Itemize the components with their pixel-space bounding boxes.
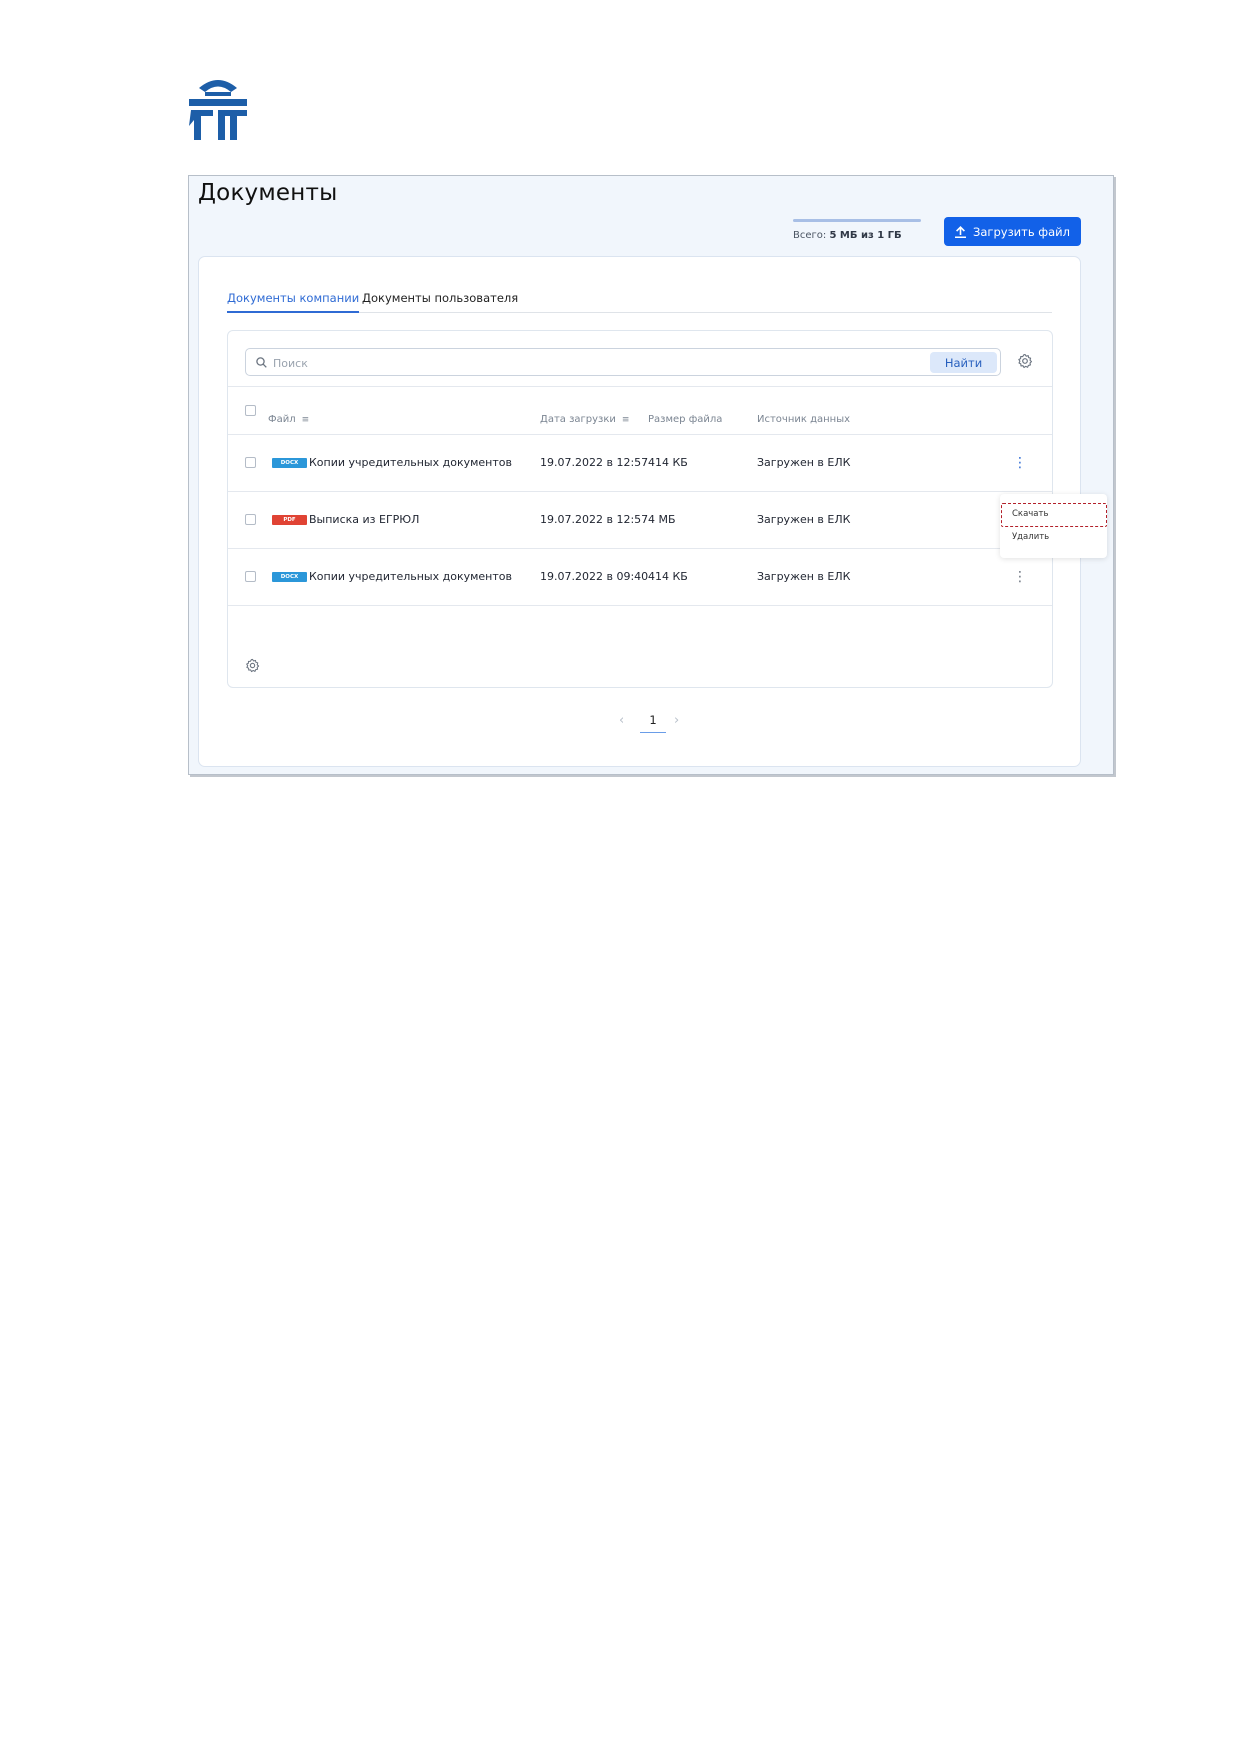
row-checkbox[interactable]: [245, 571, 256, 582]
divider: [228, 605, 1052, 606]
file-name[interactable]: Выписка из ЕГРЮЛ: [309, 513, 419, 526]
file-size: 4 МБ: [648, 513, 676, 526]
tab-user-documents[interactable]: Документы пользователя: [362, 291, 518, 313]
row-checkbox[interactable]: [245, 457, 256, 468]
column-header-source: Источник данных: [757, 414, 850, 425]
table-row[interactable]: PDF Выписка из ЕГРЮЛ 19.07.2022 в 12:57 …: [228, 492, 1052, 548]
select-all-checkbox[interactable]: [245, 405, 256, 416]
gear-icon[interactable]: [245, 658, 260, 673]
sort-icon[interactable]: ≡: [302, 415, 310, 425]
upload-icon: [955, 225, 966, 238]
pdf-file-icon: PDF: [272, 515, 307, 525]
documents-window: Документы Всего: 5 МБ из 1 ГБ Загрузить …: [188, 175, 1114, 775]
column-header-label: Источник данных: [757, 414, 851, 425]
column-header-file[interactable]: Файл ≡: [268, 414, 309, 425]
more-actions-icon[interactable]: ⋮: [1013, 569, 1027, 585]
file-size: 414 КБ: [648, 456, 688, 469]
file-name[interactable]: Копии учредительных документов: [309, 570, 512, 583]
more-actions-icon[interactable]: ⋮: [1013, 455, 1027, 471]
chevron-right-icon[interactable]: ›: [674, 713, 679, 728]
find-button[interactable]: Найти: [930, 352, 997, 373]
page-title: Документы: [198, 180, 338, 206]
file-size: 414 КБ: [648, 570, 688, 583]
quota-progress-fill: [793, 219, 921, 222]
upload-date: 19.07.2022 в 12:57: [540, 456, 649, 469]
tab-company-documents[interactable]: Документы компании: [227, 291, 360, 313]
tabs: Документы компании Документы пользовател…: [227, 291, 1052, 313]
search-icon: [256, 357, 267, 368]
table-row[interactable]: DOCX Копии учредительных документов 19.0…: [228, 549, 1052, 605]
row-checkbox[interactable]: [245, 514, 256, 525]
highlight-frame: [1001, 503, 1107, 527]
data-source: Загружен в ЕЛК: [757, 513, 851, 526]
gear-icon[interactable]: [1017, 353, 1033, 369]
data-source: Загружен в ЕЛК: [757, 456, 851, 469]
column-header-label: Размер файла: [648, 414, 723, 425]
upload-file-button[interactable]: Загрузить файл: [944, 217, 1081, 246]
sort-icon[interactable]: ≡: [622, 415, 630, 425]
quota-text: Всего: 5 МБ из 1 ГБ: [793, 230, 921, 241]
documents-card: Документы компании Документы пользовател…: [198, 256, 1081, 767]
chevron-left-icon[interactable]: ‹: [619, 713, 624, 728]
search-bar: Найти: [245, 348, 1001, 376]
search-input[interactable]: [273, 354, 873, 372]
pagination: ‹ 1 ›: [199, 711, 1082, 735]
file-name[interactable]: Копии учредительных документов: [309, 456, 512, 469]
storage-quota: Всего: 5 МБ из 1 ГБ: [793, 219, 921, 241]
company-logo: [189, 80, 247, 140]
menu-item-delete[interactable]: Удалить: [1012, 532, 1049, 542]
column-header-size: Размер файла: [648, 414, 722, 425]
column-header-label: Дата загрузки: [540, 414, 616, 425]
documents-table: Найти Файл≡ Дата загрузки≡ Размер файла …: [227, 330, 1053, 688]
column-header-label: Файл: [268, 414, 296, 425]
table-row[interactable]: DOCX Копии учредительных документов 19.0…: [228, 435, 1052, 491]
divider: [228, 386, 1052, 387]
upload-button-label: Загрузить файл: [973, 224, 1070, 239]
quota-progress-bar: [793, 219, 921, 222]
quota-value: 5 МБ из 1 ГБ: [829, 230, 902, 241]
quota-label: Всего:: [793, 230, 827, 241]
docx-file-icon: DOCX: [272, 572, 307, 582]
docx-file-icon: DOCX: [272, 458, 307, 468]
data-source: Загружен в ЕЛК: [757, 570, 851, 583]
upload-date: 19.07.2022 в 12:57: [540, 513, 649, 526]
column-header-date[interactable]: Дата загрузки ≡: [540, 414, 629, 425]
page-number[interactable]: 1: [640, 713, 666, 733]
upload-date: 19.07.2022 в 09:40: [540, 570, 649, 583]
